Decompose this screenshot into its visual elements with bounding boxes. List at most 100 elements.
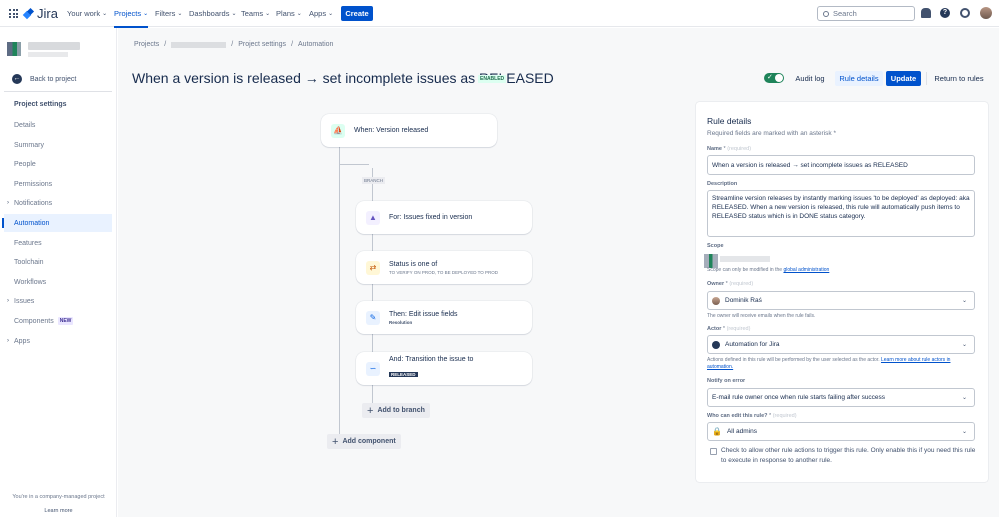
main-content: Projects / / Project settings / Automati… (118, 28, 999, 517)
sidebar: ← Back to project Project settings Detai… (0, 28, 117, 517)
label-text: Owner (707, 281, 725, 287)
return-to-rules-button[interactable]: Return to rules (931, 71, 987, 86)
back-to-project-link[interactable]: ← Back to project (12, 74, 76, 84)
breadcrumb-separator: / (164, 41, 167, 48)
arrow-left-icon: ← (12, 74, 22, 84)
breadcrumb-projects[interactable]: Projects (134, 41, 159, 48)
nav-filters[interactable]: Filters ⌄ (155, 9, 182, 18)
nav-plans[interactable]: Plans ⌄ (276, 9, 302, 18)
check-icon: ✓ (767, 74, 773, 81)
condition-card[interactable]: ⇄ Status is one of TO VERIFY ON PROD, TO… (356, 251, 532, 284)
sidebar-item-label: Workflows (14, 278, 47, 286)
actor-select[interactable]: Automation for Jira ⌄ (707, 335, 975, 354)
sidebar-item-toolchain[interactable]: Toolchain (4, 253, 112, 271)
project-avatar (7, 42, 21, 56)
scope-hint: Scope can only be modified in the global… (707, 267, 977, 274)
sidebar-item-notifications[interactable]: › Notifications (4, 194, 112, 212)
audit-log-button[interactable]: Audit log (790, 71, 830, 86)
label-text: Name (707, 146, 722, 152)
scope-project-avatar (704, 254, 718, 268)
nav-label: Filters (155, 9, 176, 18)
sidebar-item-summary[interactable]: Summary (4, 136, 112, 154)
checkbox-label: Check to allow other rule actions to tri… (721, 447, 976, 464)
sidebar-item-components[interactable]: Components NEW (4, 312, 112, 330)
ship-icon: ⛵ (331, 123, 345, 138)
create-button[interactable]: Create (341, 6, 373, 21)
hierarchy-icon: ▲ (366, 210, 380, 225)
jira-logo[interactable]: Jira (24, 6, 58, 21)
global-administration-link[interactable]: global administration (783, 267, 829, 273)
sidebar-item-label: Components (14, 317, 54, 325)
input-value: When a version is released → set incompl… (712, 161, 908, 169)
logo-text: Jira (37, 6, 58, 21)
notify-on-error-select[interactable]: E-mail rule owner once when rule starts … (707, 388, 975, 407)
learn-more-link[interactable]: Learn more (0, 508, 117, 514)
nav-projects[interactable]: Projects ⌄ (114, 9, 149, 28)
required-hint: (required) (729, 281, 754, 287)
breadcrumb-automation[interactable]: Automation (298, 41, 333, 48)
sidebar-item-permissions[interactable]: Permissions (4, 175, 112, 193)
name-input[interactable]: When a version is released → set incompl… (707, 155, 975, 175)
nav-label: Apps (309, 9, 327, 18)
divider (926, 72, 927, 85)
chevron-down-icon: ⌄ (328, 11, 334, 17)
search-icon (823, 10, 829, 17)
sidebar-item-label: Toolchain (14, 258, 44, 266)
plus-icon: + (367, 404, 374, 417)
update-button[interactable]: Update (886, 71, 921, 86)
help-icon[interactable]: ? (940, 8, 950, 18)
card-title: Status is one of (389, 260, 438, 268)
pencil-icon: ✎ (366, 310, 380, 325)
rule-details-button[interactable]: Rule details (835, 71, 883, 86)
settings-gear-icon[interactable] (960, 8, 970, 18)
actor-hint: Actions defined in this rule will be per… (707, 357, 977, 371)
required-note: Required fields are marked with an aster… (707, 130, 836, 137)
user-avatar[interactable] (980, 7, 992, 19)
sidebar-item-people[interactable]: People (4, 155, 112, 173)
chevron-right-icon: › (7, 338, 9, 344)
sidebar-item-automation[interactable]: Automation (2, 214, 112, 232)
rule-enabled-toggle[interactable]: ✓ (764, 73, 784, 83)
owner-select[interactable]: Dominik Raś ⌄ (707, 291, 975, 310)
allow-rule-trigger-checkbox[interactable] (710, 448, 717, 455)
sidebar-item-features[interactable]: Features (4, 234, 112, 252)
status-lozenge: RELEASED (389, 372, 418, 377)
transition-icon: ∽ (366, 361, 380, 376)
actor-label: Actor * (required) (707, 326, 751, 332)
nav-dashboards[interactable]: Dashboards ⌄ (189, 9, 236, 18)
nav-teams[interactable]: Teams ⌄ (241, 9, 270, 18)
scope-project-redacted (720, 256, 770, 262)
sidebar-item-workflows[interactable]: Workflows (4, 273, 112, 291)
sidebar-item-label: Issues (14, 297, 35, 305)
add-to-branch-button[interactable]: + Add to branch (362, 403, 430, 418)
transition-action-card[interactable]: ∽ And: Transition the issue to RELEASED (356, 352, 532, 385)
hint-text: Actions defined in this rule will be per… (707, 357, 881, 363)
back-label: Back to project (30, 75, 77, 83)
breadcrumb-project-redacted[interactable] (171, 41, 227, 48)
edit-action-card[interactable]: ✎ Then: Edit issue fields Resolution (356, 301, 532, 334)
sidebar-item-label: Details (14, 121, 36, 129)
project-name-redacted (28, 42, 80, 50)
sidebar-item-issues[interactable]: › Issues (4, 292, 112, 310)
sidebar-item-details[interactable]: Details (4, 116, 112, 134)
trigger-card[interactable]: ⛵ When: Version released (321, 114, 497, 147)
app-switcher-icon[interactable] (9, 9, 18, 18)
sidebar-item-label: Apps (14, 337, 30, 345)
branch-card[interactable]: ▲ For: Issues fixed in version (356, 201, 532, 234)
lock-icon: 🔒 (712, 427, 722, 436)
description-textarea[interactable]: Streamline version releases by instantly… (707, 190, 975, 237)
notify-label: Notify on error (707, 378, 745, 384)
nav-your-work[interactable]: Your work ⌄ (67, 9, 107, 18)
who-can-edit-select[interactable]: 🔒 All admins ⌄ (707, 422, 975, 441)
divider (4, 91, 112, 92)
select-value: E-mail rule owner once when rule starts … (712, 394, 886, 401)
breadcrumb-project-settings[interactable]: Project settings (238, 41, 286, 48)
nav-apps[interactable]: Apps ⌄ (309, 9, 333, 18)
search-input[interactable]: Search (817, 6, 915, 21)
chevron-down-icon: ⌄ (143, 11, 149, 17)
notifications-bell-icon[interactable] (921, 8, 931, 18)
add-component-button[interactable]: + Add component (327, 434, 401, 449)
sidebar-item-apps[interactable]: › Apps (4, 332, 112, 350)
shuffle-icon: ⇄ (366, 260, 380, 275)
status-badge: ENABLED (478, 75, 507, 83)
